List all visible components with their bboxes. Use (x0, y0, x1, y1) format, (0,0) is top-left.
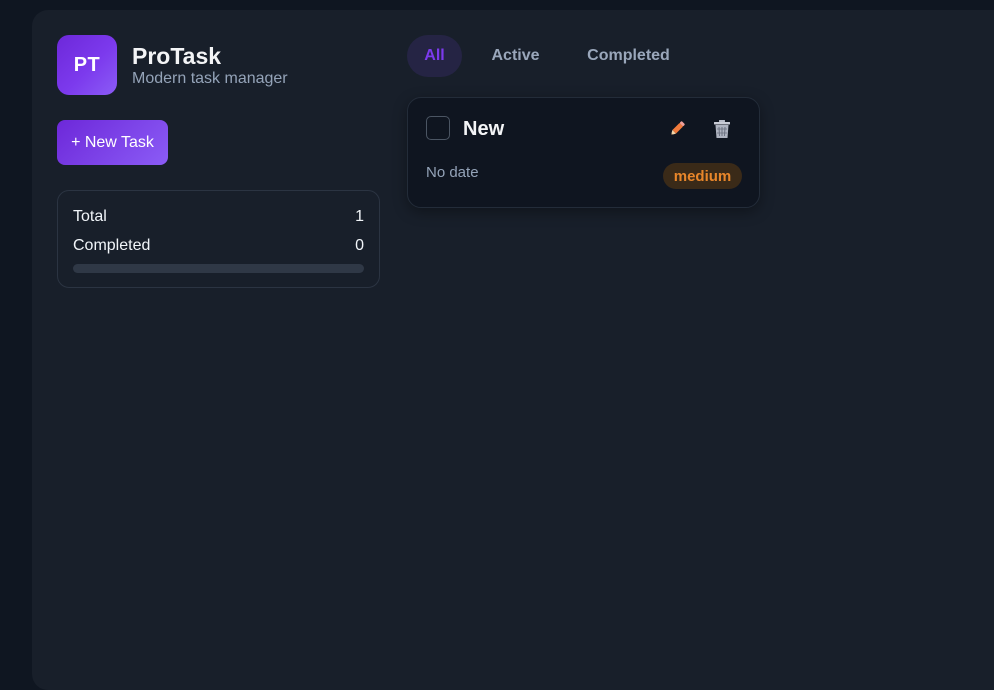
delete-task-button[interactable] (711, 118, 733, 140)
tab-active[interactable]: Active (478, 35, 553, 77)
stat-total-value: 1 (355, 208, 364, 225)
priority-badge: medium (663, 163, 742, 189)
stat-total-label: Total (73, 208, 107, 225)
tab-completed[interactable]: Completed (575, 35, 682, 77)
edit-task-button[interactable] (666, 118, 688, 140)
new-task-button[interactable]: + New Task (57, 120, 168, 165)
progress-bar (73, 264, 364, 273)
stat-total-row: Total 1 (73, 208, 364, 226)
task-title: New (463, 118, 505, 140)
stats-panel: Total 1 Completed 0 (57, 190, 380, 288)
tab-all[interactable]: All (407, 35, 462, 77)
pencil-icon (670, 121, 685, 136)
stat-completed-value: 0 (355, 237, 364, 254)
task-due-date: No date (426, 164, 479, 181)
app-container: PT ProTask Modern task manager + New Tas… (32, 10, 994, 690)
app-title: ProTask (132, 43, 222, 69)
trash-icon (714, 120, 730, 138)
logo-initials: PT (73, 53, 101, 76)
app-logo: PT (57, 35, 117, 95)
stat-completed-row: Completed 0 (73, 237, 364, 255)
app-subtitle: Modern task manager (132, 70, 288, 87)
task-complete-checkbox[interactable] (426, 116, 450, 140)
task-card: New No date medium (407, 97, 760, 208)
stat-completed-label: Completed (73, 237, 151, 254)
